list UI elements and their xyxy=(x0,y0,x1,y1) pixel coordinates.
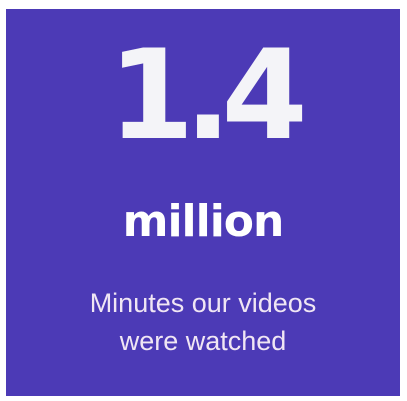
stat-value: 1.4 xyxy=(108,24,308,168)
stat-caption-line-2: were watched xyxy=(119,326,287,356)
stat-card: 1.4 million Minutes our videos were watc… xyxy=(6,9,400,396)
stat-caption-line-1: Minutes our videos xyxy=(89,288,317,318)
stat-caption: Minutes our videos were watched xyxy=(6,284,400,360)
stat-unit: million xyxy=(122,196,285,247)
